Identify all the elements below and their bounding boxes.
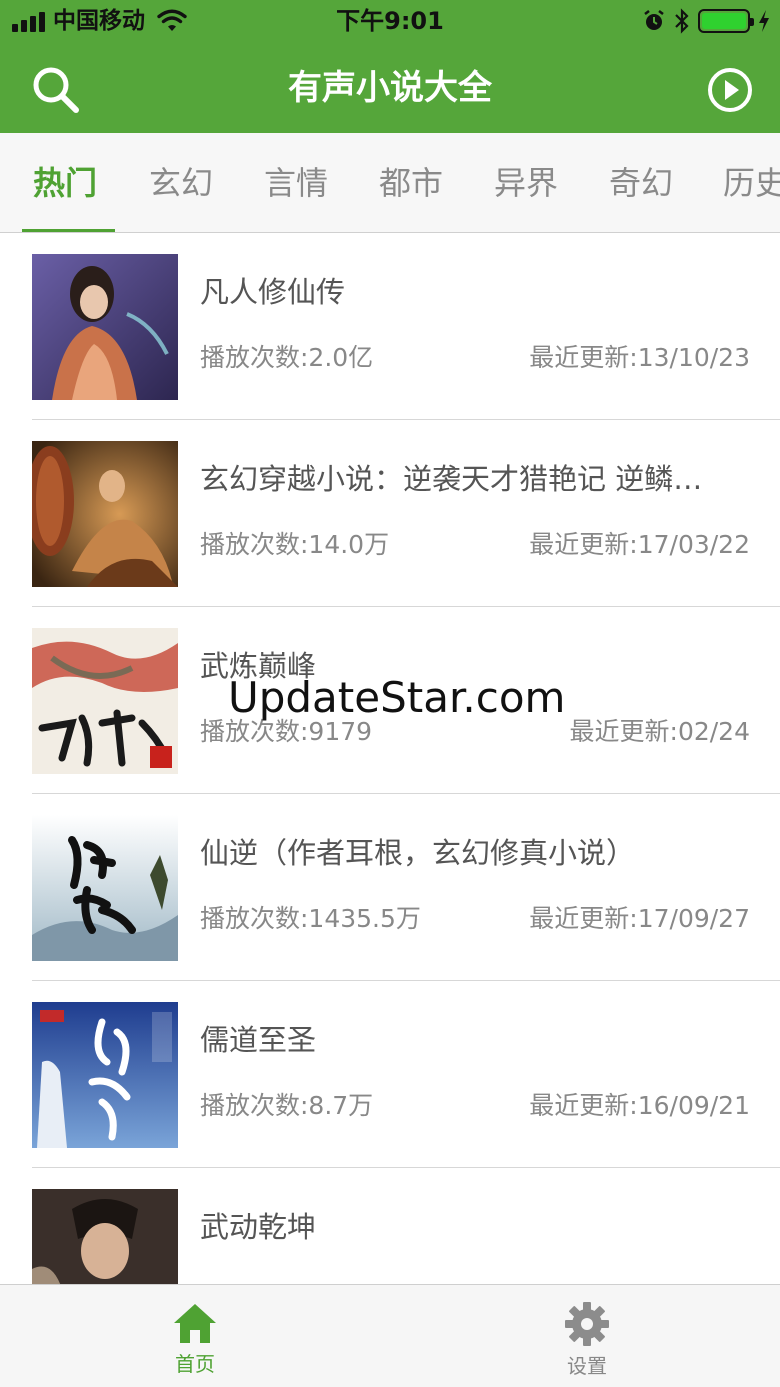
gear-icon [565, 1302, 609, 1346]
tab-lishi[interactable]: 历史 [723, 133, 780, 232]
tab-yanqing[interactable]: 言情 [264, 133, 328, 232]
cover-image [32, 254, 178, 400]
cover-image [32, 1189, 178, 1284]
updated-date: 最近更新:02/24 [569, 717, 750, 746]
play-count: 播放次数:2.0亿 [200, 343, 374, 372]
status-bar: 中国移动 下午9:01 [0, 0, 780, 44]
updated-date: 最近更新:17/09/27 [529, 904, 750, 933]
tab-home[interactable]: 首页 [135, 1285, 255, 1387]
tab-settings[interactable]: 设置 [527, 1285, 647, 1387]
status-right [642, 8, 770, 34]
tab-hot[interactable]: 热门 [33, 133, 97, 232]
play-circle-icon[interactable] [706, 66, 754, 114]
play-count: 播放次数:14.0万 [200, 530, 390, 559]
alarm-icon [644, 10, 664, 30]
novel-title: 玄幻穿越小说：逆袭天才猎艳记 逆鳞… [200, 462, 703, 496]
cover-image [32, 441, 178, 587]
battery-icon [698, 9, 754, 33]
novel-list: 凡人修仙传 播放次数:2.0亿 最近更新:13/10/23 玄幻穿越小说：逆袭天… [0, 233, 780, 1284]
bluetooth-icon [675, 8, 689, 34]
page-title: 有声小说大全 [288, 68, 492, 108]
home-icon [174, 1304, 216, 1343]
novel-title: 仙逆（作者耳根，玄幻修真小说） [200, 836, 636, 870]
list-item[interactable]: 儒道至圣 播放次数:8.7万 最近更新:16/09/21 [0, 981, 780, 1168]
app-header: 中国移动 下午9:01 有声小说大全 [0, 0, 780, 133]
updated-date: 最近更新:13/10/23 [529, 343, 750, 372]
updated-date: 最近更新:16/09/21 [529, 1091, 750, 1120]
play-count: 播放次数:8.7万 [200, 1091, 374, 1120]
tab-dushi[interactable]: 都市 [379, 133, 443, 232]
tab-home-label: 首页 [175, 1352, 215, 1376]
cover-image [32, 1002, 178, 1148]
novel-title: 凡人修仙传 [200, 275, 346, 309]
tab-yijie[interactable]: 异界 [494, 133, 558, 232]
cover-image [32, 628, 178, 774]
play-count: 播放次数:1435.5万 [200, 904, 421, 933]
novel-title: 儒道至圣 [200, 1023, 317, 1057]
list-item[interactable]: 仙逆（作者耳根，玄幻修真小说） 播放次数:1435.5万 最近更新:17/09/… [0, 794, 780, 981]
list-item[interactable]: 武动乾坤 [0, 1168, 780, 1284]
list-item[interactable]: 凡人修仙传 播放次数:2.0亿 最近更新:13/10/23 [0, 233, 780, 420]
cover-image [32, 815, 178, 961]
watermark: UpdateStar.com [228, 673, 566, 722]
charging-icon [759, 10, 769, 32]
list-item[interactable]: 玄幻穿越小说：逆袭天才猎艳记 逆鳞… 播放次数:14.0万 最近更新:17/03… [0, 420, 780, 607]
category-tabs: 热门 玄幻 言情 都市 异界 奇幻 历史 [0, 133, 780, 233]
nav-bar: 有声小说大全 [0, 44, 780, 133]
tab-xuanhuan[interactable]: 玄幻 [149, 133, 213, 232]
tab-qihuan[interactable]: 奇幻 [609, 133, 673, 232]
bottom-tab-bar: 首页 设置 [0, 1284, 780, 1387]
novel-title: 武动乾坤 [200, 1210, 317, 1244]
updated-date: 最近更新:17/03/22 [529, 530, 750, 559]
tab-settings-label: 设置 [567, 1354, 607, 1378]
